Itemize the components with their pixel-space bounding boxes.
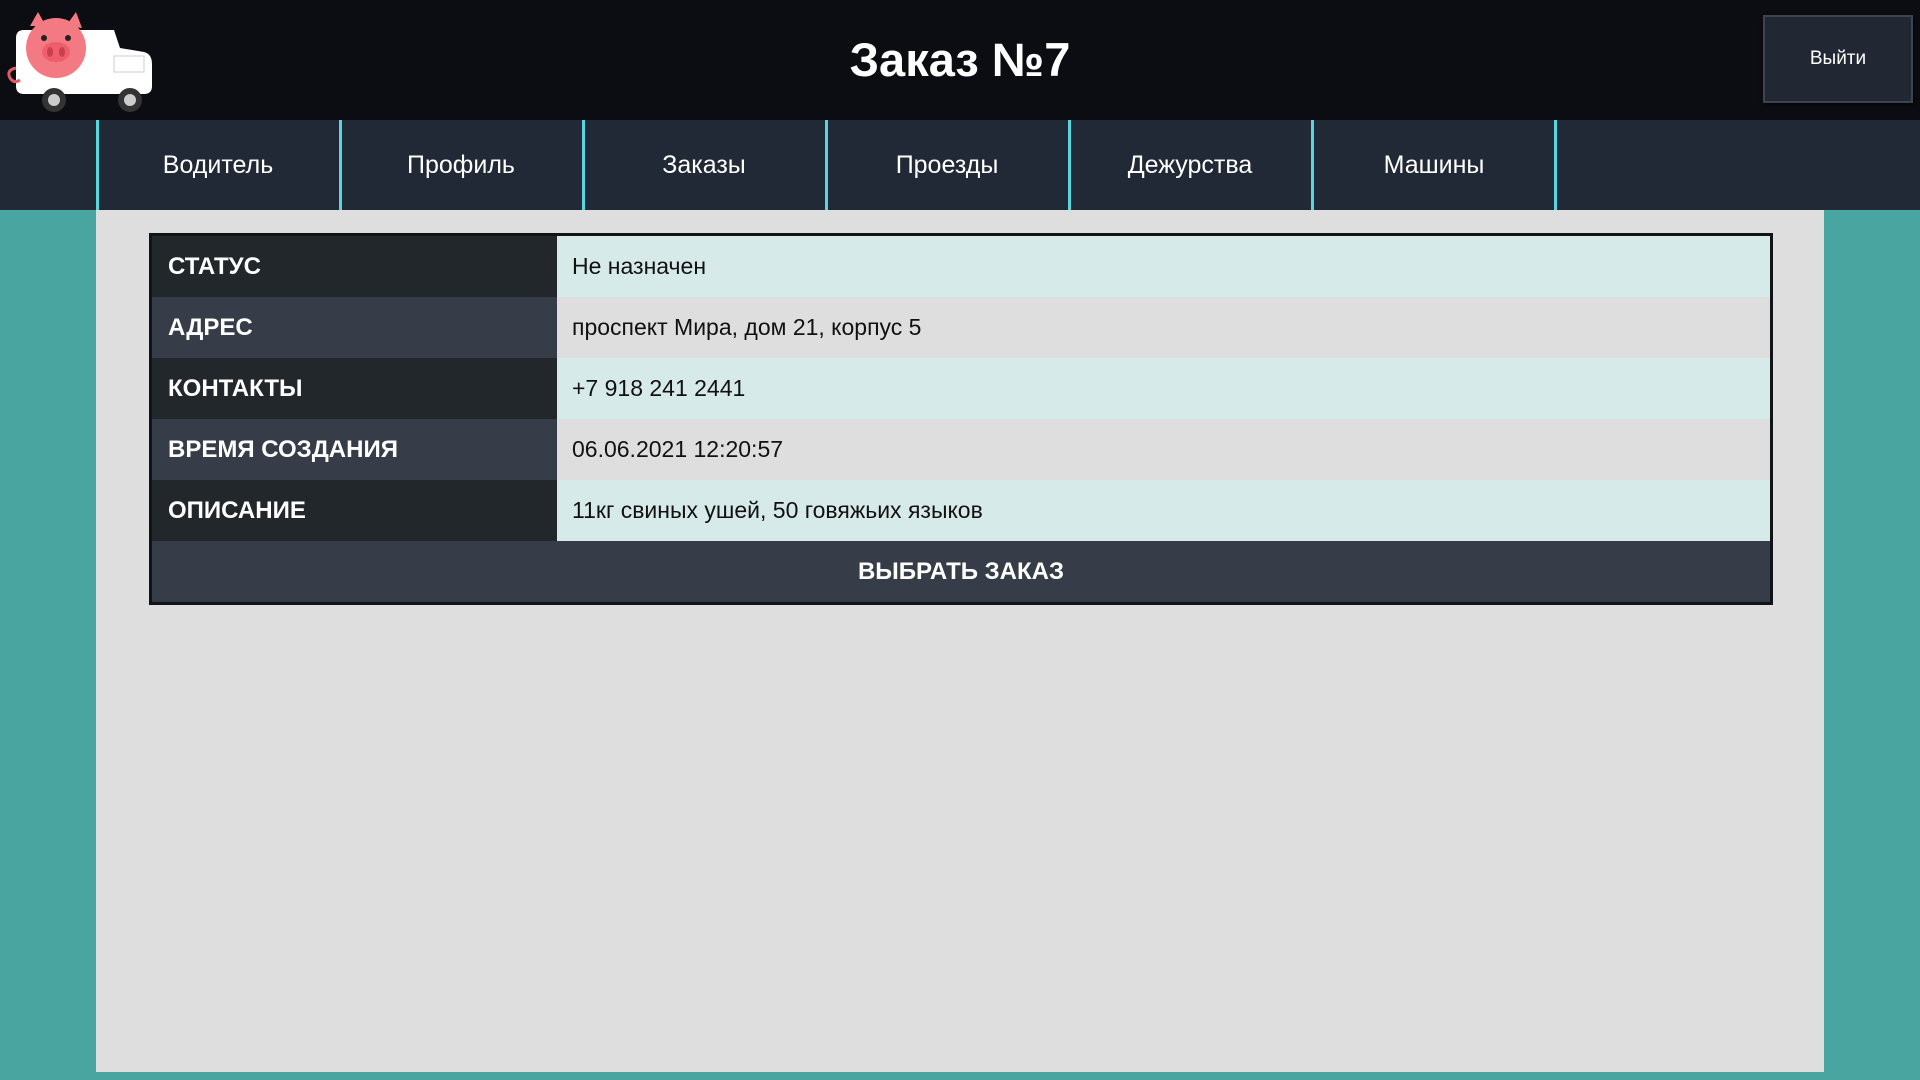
nav-item-passes[interactable]: Проезды: [825, 120, 1066, 210]
header-bar: Заказ №7 Выйти: [0, 0, 1920, 120]
nav-bar: Водитель Профиль Заказы Проезды Дежурств…: [0, 120, 1920, 210]
address-label: АДРЕС: [152, 297, 557, 358]
nav-item-driver[interactable]: Водитель: [96, 120, 337, 210]
table-row-description: ОПИСАНИЕ 11кг свиных ушей, 50 говяжьих я…: [152, 480, 1770, 541]
nav-item-profile[interactable]: Профиль: [339, 120, 580, 210]
description-label: ОПИСАНИЕ: [152, 480, 557, 541]
contacts-label: КОНТАКТЫ: [152, 358, 557, 419]
created-time-label: ВРЕМЯ СОЗДАНИЯ: [152, 419, 557, 480]
table-row-status: СТАТУС Не назначен: [152, 236, 1770, 297]
order-details-table: СТАТУС Не назначен АДРЕС проспект Мира, …: [149, 233, 1773, 605]
nav-item-cars[interactable]: Машины: [1311, 120, 1557, 210]
contacts-value: +7 918 241 2441: [557, 358, 1770, 419]
nav-item-duties[interactable]: Дежурства: [1068, 120, 1309, 210]
description-value: 11кг свиных ушей, 50 говяжьих языков: [557, 480, 1770, 541]
address-value: проспект Мира, дом 21, корпус 5: [557, 297, 1770, 358]
created-time-value: 06.06.2021 12:20:57: [557, 419, 1770, 480]
nav-item-orders[interactable]: Заказы: [582, 120, 823, 210]
main-content: СТАТУС Не назначен АДРЕС проспект Мира, …: [96, 210, 1824, 1072]
status-label: СТАТУС: [152, 236, 557, 297]
page-title: Заказ №7: [849, 33, 1071, 86]
table-row-address: АДРЕС проспект Мира, дом 21, корпус 5: [152, 297, 1770, 358]
logout-button[interactable]: Выйти: [1763, 15, 1913, 103]
table-row-created-time: ВРЕМЯ СОЗДАНИЯ 06.06.2021 12:20:57: [152, 419, 1770, 480]
status-value: Не назначен: [557, 236, 1770, 297]
select-order-button[interactable]: ВЫБРАТЬ ЗАКАЗ: [152, 541, 1770, 602]
table-row-contacts: КОНТАКТЫ +7 918 241 2441: [152, 358, 1770, 419]
